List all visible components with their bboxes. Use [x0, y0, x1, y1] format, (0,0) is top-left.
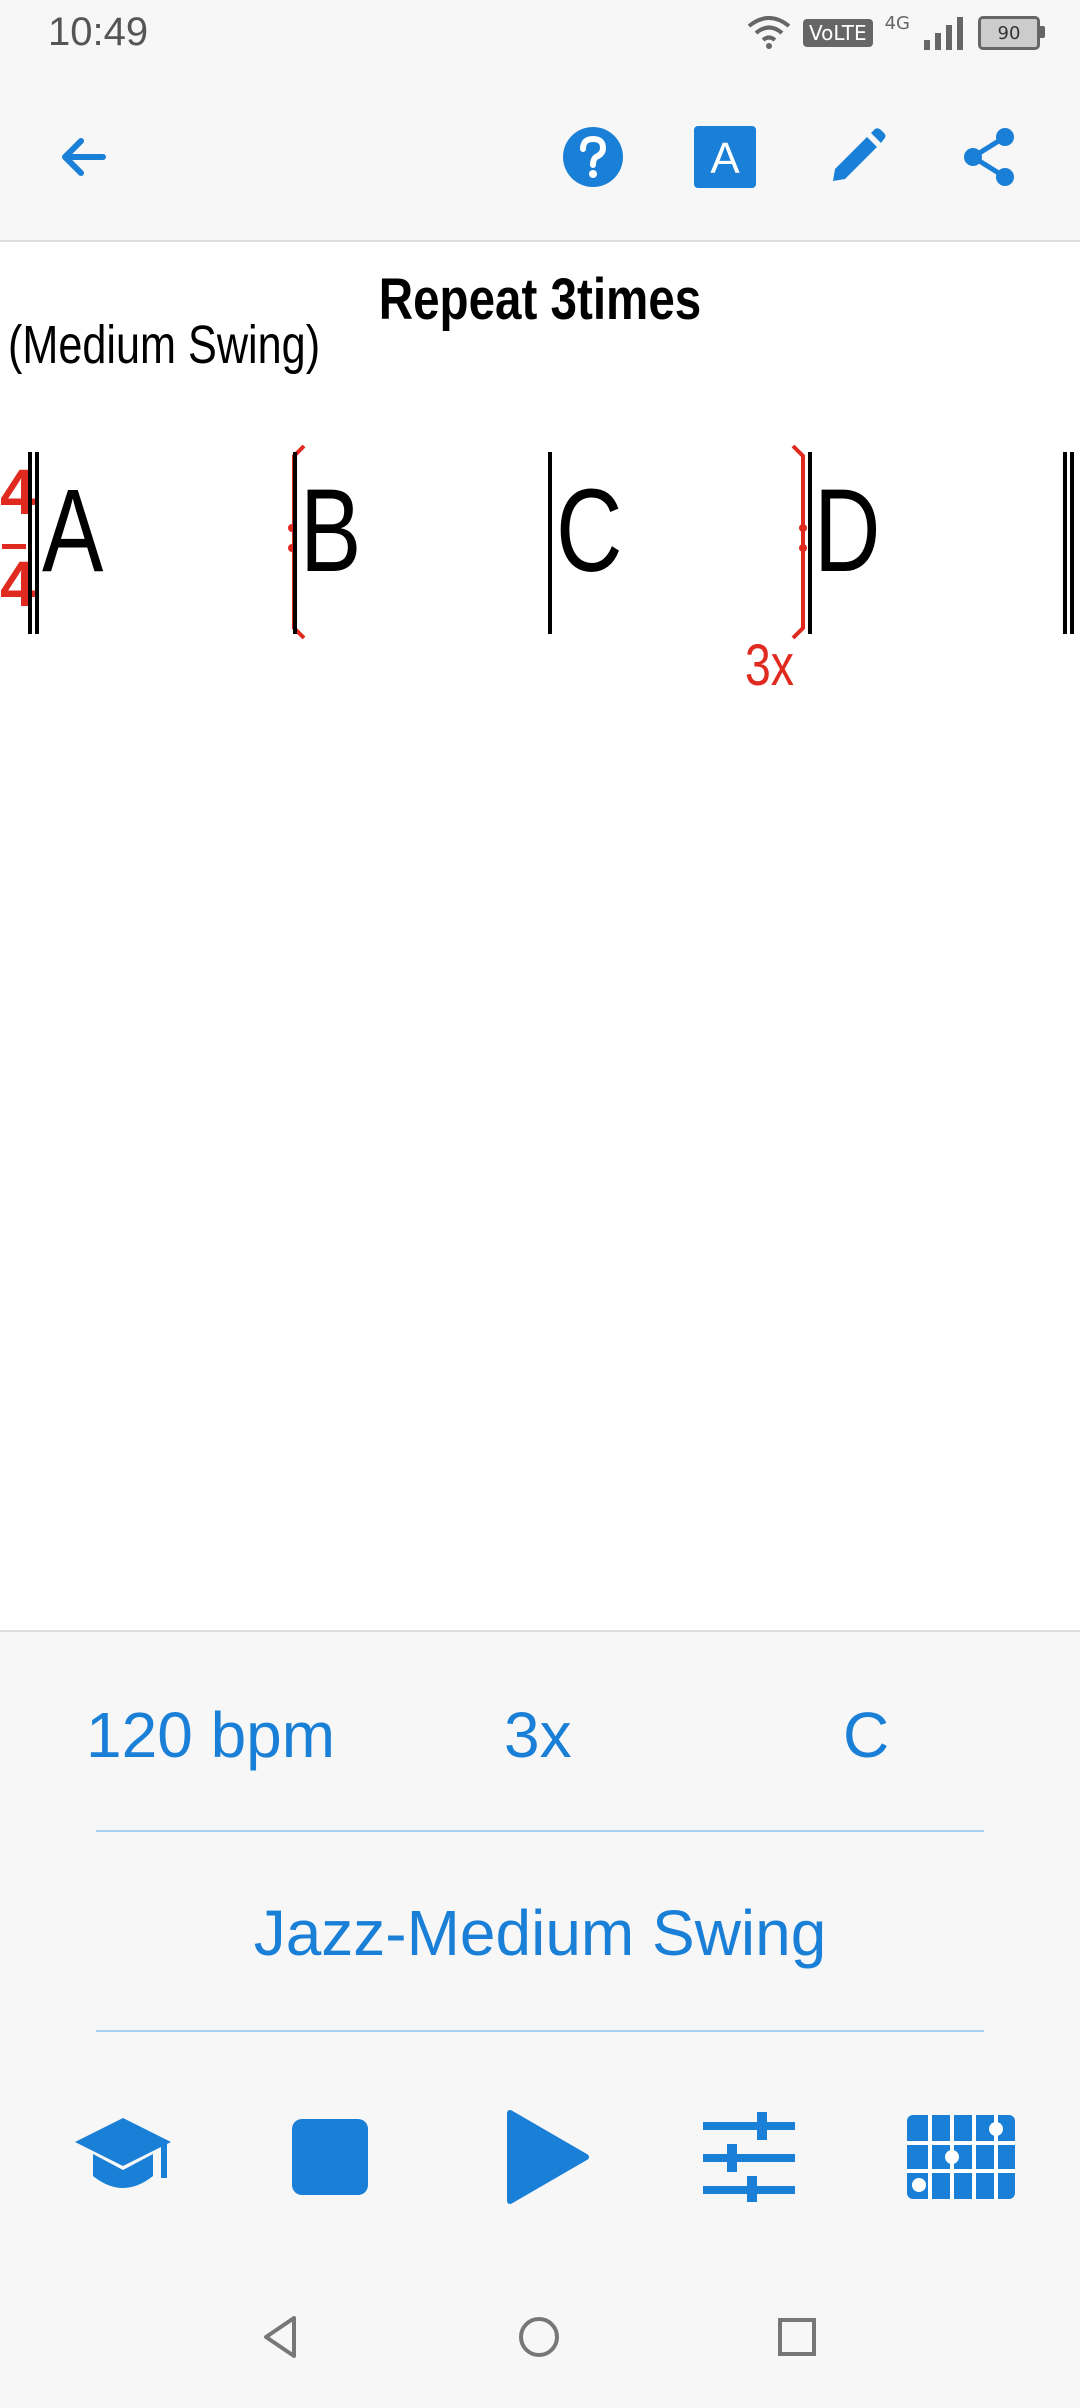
repeats-setting[interactable]: 3x — [504, 1698, 572, 1772]
back-arrow-icon[interactable] — [50, 124, 116, 190]
nav-home-icon[interactable] — [504, 2302, 574, 2372]
measure-chord-2[interactable]: B — [300, 472, 361, 590]
repeat-count-label: 3x — [745, 633, 795, 698]
barline-end-thick — [1070, 452, 1074, 634]
measure-chord-4[interactable]: D — [814, 472, 880, 590]
tempo-setting[interactable]: 120 bpm — [86, 1698, 335, 1772]
share-icon[interactable] — [956, 124, 1022, 190]
volte-badge: VoLTE — [802, 19, 873, 47]
font-letter: A — [710, 134, 740, 183]
barline-start-thin — [28, 452, 32, 634]
play-icon[interactable] — [492, 2102, 602, 2212]
keyboard-icon[interactable] — [906, 2102, 1016, 2212]
barline-end-thin — [1063, 452, 1067, 634]
stop-icon[interactable] — [275, 2102, 385, 2212]
key-setting[interactable]: C — [843, 1698, 889, 1772]
settings-divider-bottom — [96, 2030, 984, 2032]
barline-repeat-end — [808, 452, 812, 634]
status-time: 10:49 — [48, 10, 149, 54]
network-type: 4G — [884, 12, 910, 34]
nav-back-icon[interactable] — [246, 2302, 316, 2372]
barline-repeat-start — [293, 452, 297, 634]
mixer-icon[interactable] — [694, 2102, 804, 2212]
battery-icon: 90 — [978, 16, 1045, 50]
help-icon[interactable] — [560, 124, 626, 190]
barline-2 — [548, 452, 552, 634]
signal-icon — [924, 17, 963, 50]
nav-recents-icon[interactable] — [762, 2302, 832, 2372]
style-setting[interactable]: Jazz-Medium Swing — [0, 1896, 1080, 1970]
barline-start-thick — [35, 452, 39, 634]
top-app-bar: A — [0, 70, 1080, 242]
style-label: (Medium Swing) — [8, 315, 321, 375]
battery-level: 90 — [997, 22, 1021, 44]
settings-divider-top — [96, 1830, 984, 1832]
measure-chord-3[interactable]: C — [556, 472, 622, 590]
wifi-icon — [747, 16, 791, 49]
status-icons: VoLTE 4G 90 — [747, 12, 1045, 50]
edit-icon[interactable] — [824, 124, 890, 190]
status-bar: 10:49 VoLTE 4G 90 — [0, 0, 1080, 70]
font-icon[interactable]: A — [692, 124, 758, 190]
chord-sheet[interactable]: Repeat 3times (Medium Swing) 4 4 A B C D… — [0, 242, 1080, 1632]
measure-chord-1[interactable]: A — [42, 472, 103, 590]
playback-settings: 120 bpm 3x C Jazz-Medium Swing — [0, 1632, 1080, 2082]
learn-icon[interactable] — [68, 2102, 178, 2212]
